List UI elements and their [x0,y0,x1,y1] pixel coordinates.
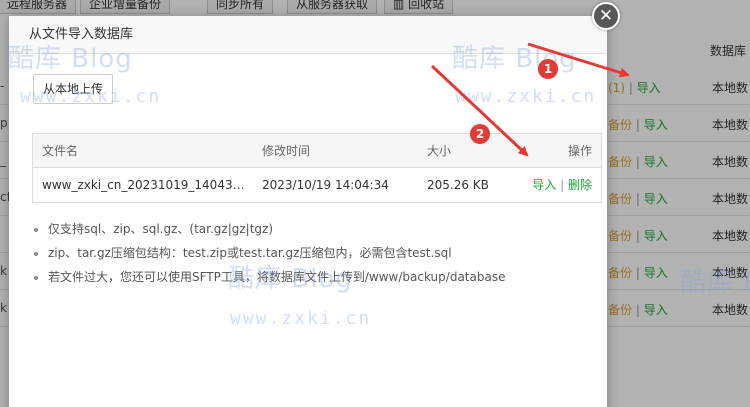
annotation-marker-2: 2 [470,124,490,144]
annotation-marker-1: 1 [538,59,558,79]
annotation-arrows [430,42,630,157]
